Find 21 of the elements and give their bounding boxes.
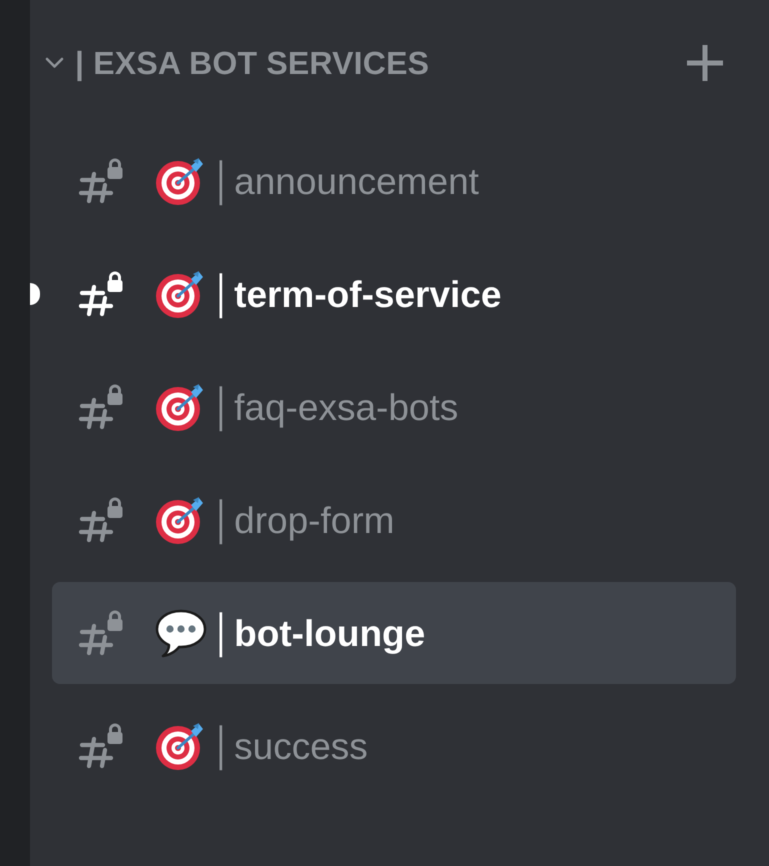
locked-hash-icon [78, 723, 124, 769]
target-icon [155, 495, 205, 545]
channel-item[interactable]: │faq-exsa-bots [52, 356, 736, 458]
plus-icon[interactable] [685, 43, 725, 83]
channel-item[interactable]: │term-of-service [52, 243, 736, 345]
channel-item[interactable]: │drop-form [52, 469, 736, 571]
locked-hash-icon [78, 610, 124, 656]
channel-item[interactable]: │success [52, 695, 736, 797]
speech-bubble-icon [155, 608, 207, 658]
locked-hash-icon [78, 271, 124, 317]
target-icon [155, 382, 205, 432]
locked-hash-icon [78, 384, 124, 430]
channel-item[interactable]: │announcement [52, 130, 736, 232]
target-icon [155, 269, 205, 319]
locked-hash-icon [78, 497, 124, 543]
target-icon [155, 156, 205, 206]
target-icon [155, 721, 205, 771]
channel-item[interactable]: │bot-lounge [52, 582, 736, 684]
chevron-icon[interactable] [45, 57, 64, 69]
category-name[interactable]: | EXSA BOT SERVICES [75, 44, 685, 82]
locked-hash-icon [78, 158, 124, 204]
